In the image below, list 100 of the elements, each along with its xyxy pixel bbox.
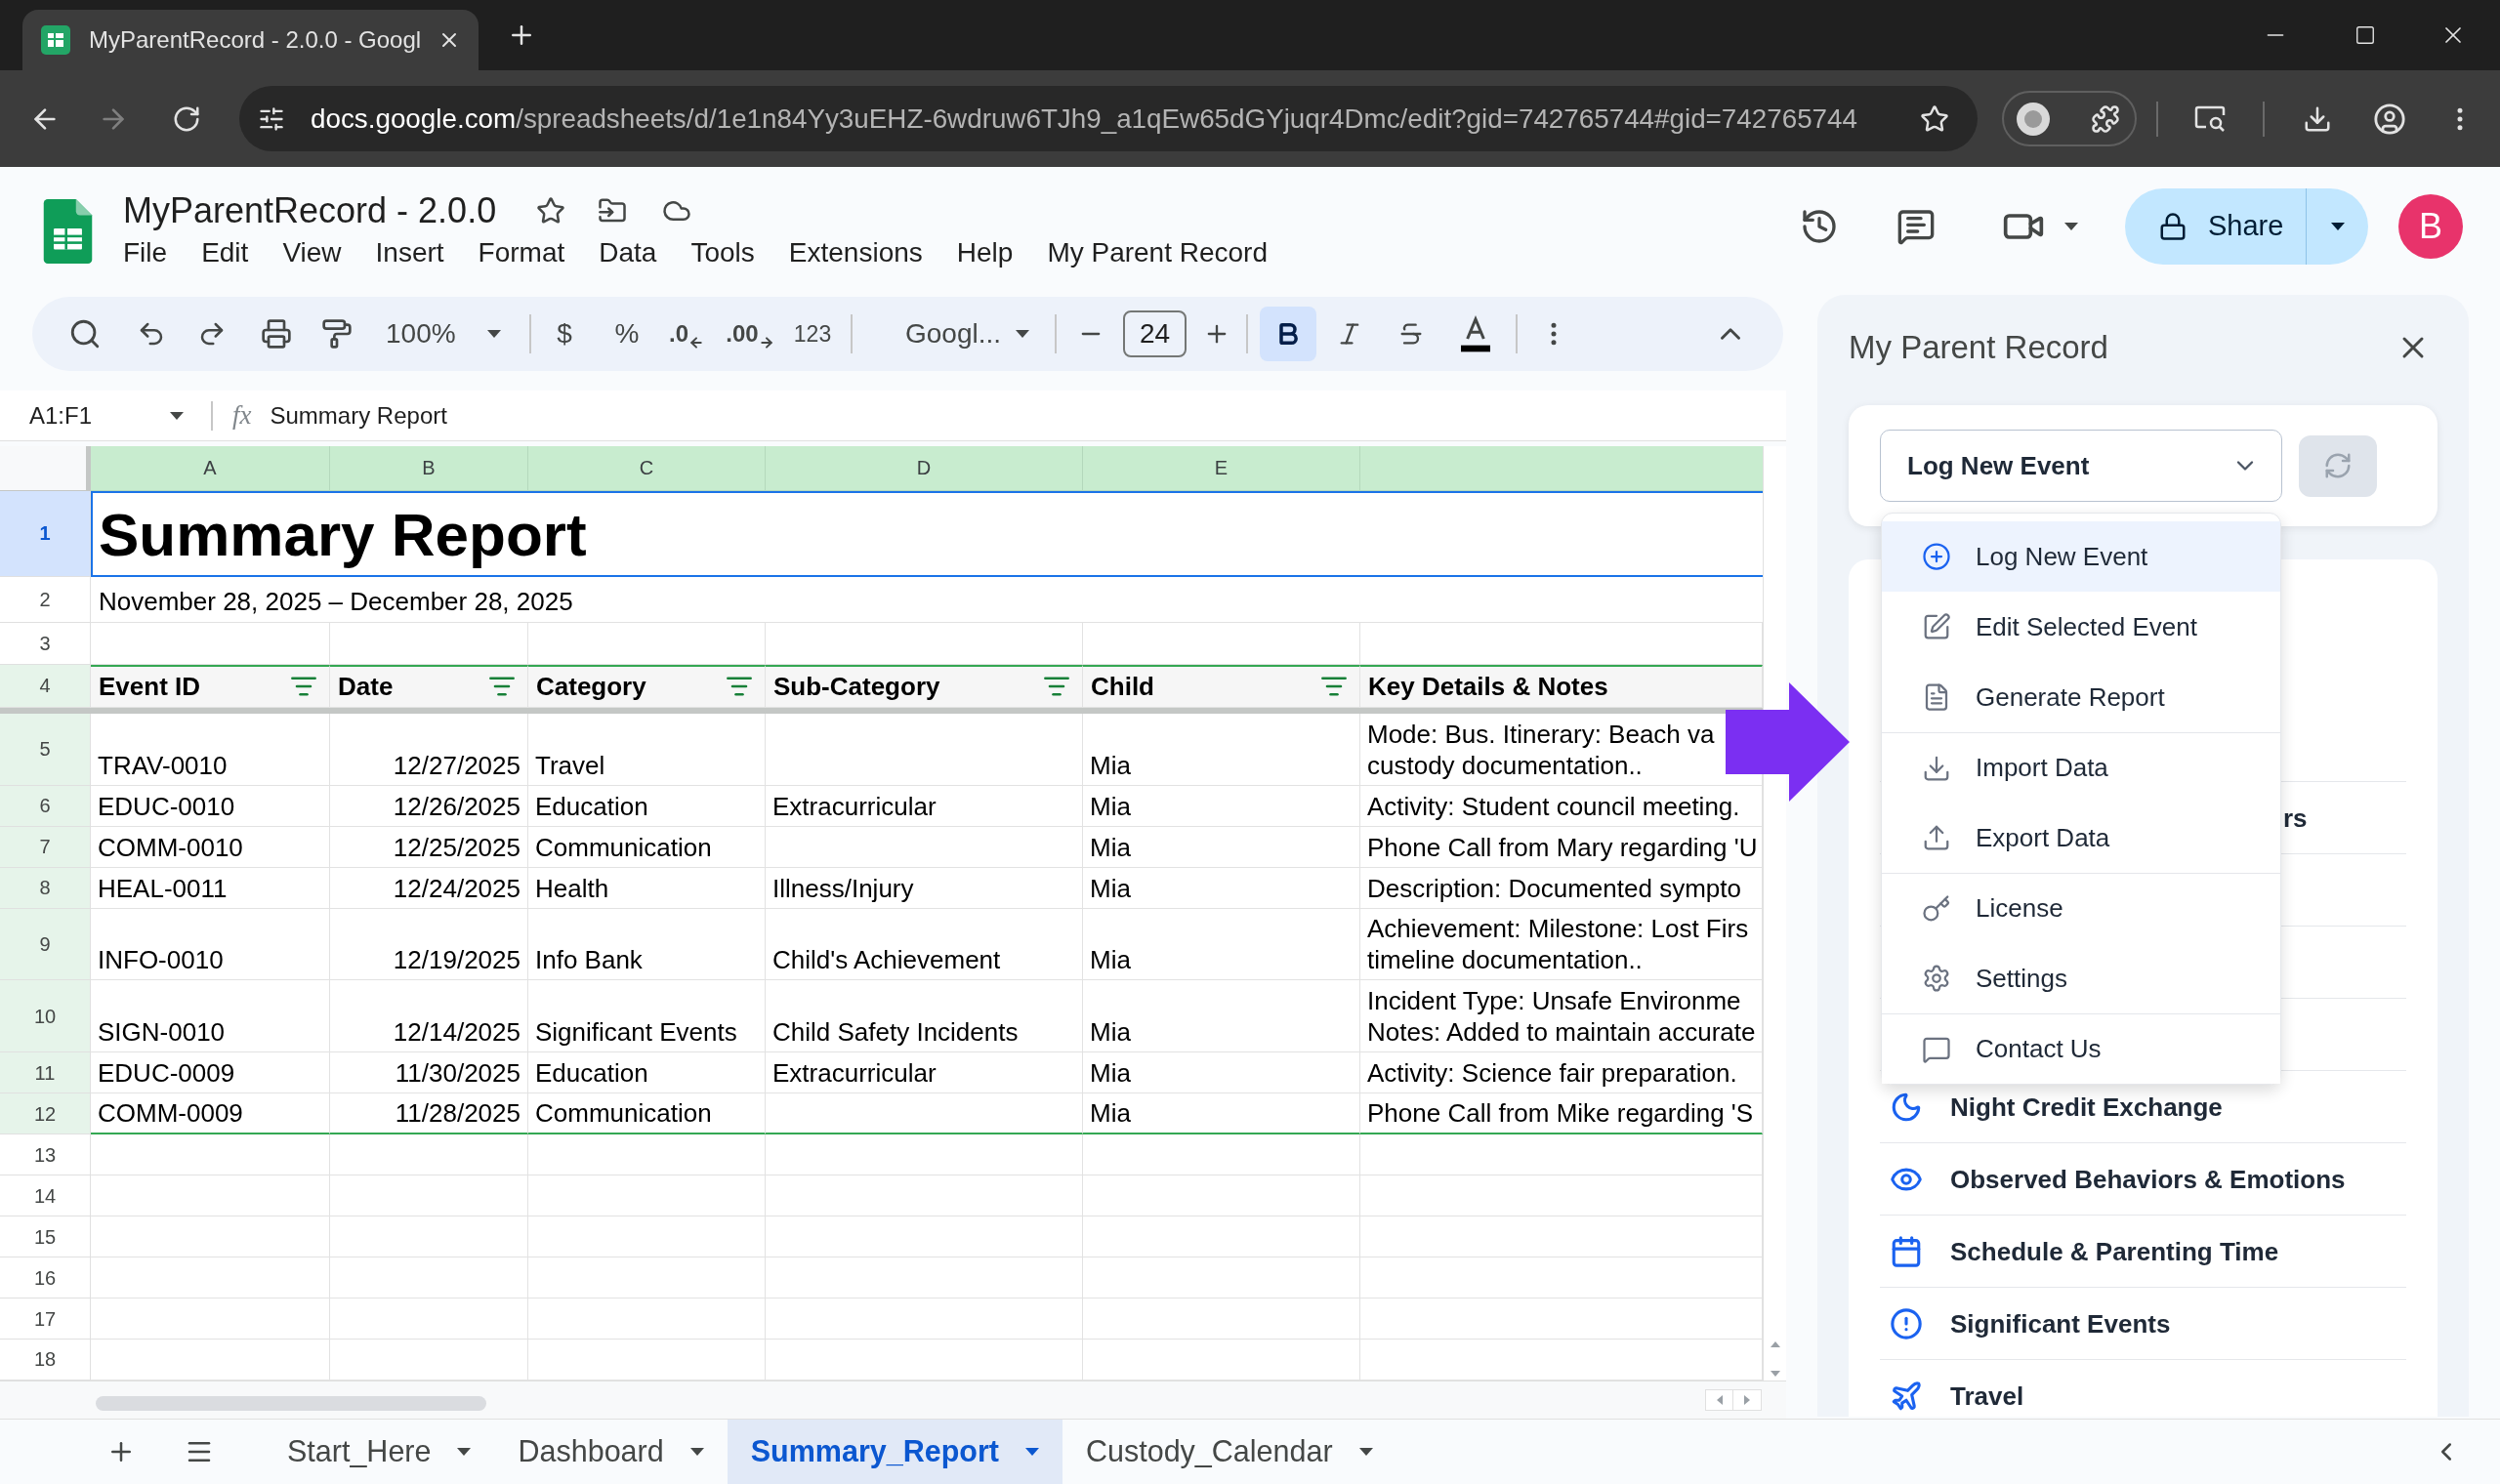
empty-cell[interactable] xyxy=(528,1298,766,1340)
list-item-text[interactable]: rs xyxy=(2283,803,2308,833)
empty-cell[interactable] xyxy=(330,1257,528,1299)
document-title[interactable]: MyParentRecord - 2.0.0 xyxy=(123,189,497,232)
percent-button[interactable]: % xyxy=(604,307,650,361)
scroll-right-button[interactable] xyxy=(1733,1389,1762,1411)
disc-icon[interactable] xyxy=(2017,102,2050,136)
refresh-button[interactable] xyxy=(2299,434,2377,497)
print-icon[interactable] xyxy=(261,318,292,350)
empty-cell[interactable] xyxy=(1083,1298,1360,1340)
address-bar[interactable]: docs.google.com/spreadsheets/d/1e1n84Yy3uEHZ-6wdruw6TJh9_a1qEw65dGYjuqr4Dmc/edit?gid=742765744#gid=742765744 xyxy=(239,86,1978,151)
empty-cell[interactable] xyxy=(528,622,766,665)
empty-cell[interactable] xyxy=(1083,1134,1360,1176)
caret-up-icon[interactable] xyxy=(1770,1341,1780,1347)
dropdown-item[interactable]: Settings xyxy=(1882,943,2280,1013)
puzzle-icon[interactable] xyxy=(2091,103,2120,134)
comment-icon[interactable] xyxy=(1896,207,1936,246)
menu-item[interactable]: Format xyxy=(478,235,565,270)
font-size-field[interactable]: 24 xyxy=(1123,310,1187,357)
empty-cell[interactable] xyxy=(1083,1340,1360,1381)
zoom-select[interactable]: 100% xyxy=(374,307,508,361)
column-letter[interactable]: D xyxy=(766,446,1083,491)
column-letter[interactable]: C xyxy=(528,446,766,491)
increase-decimal-button[interactable]: .00 xyxy=(722,307,778,361)
menu-item[interactable]: Data xyxy=(599,235,657,270)
menu-item[interactable]: Tools xyxy=(690,235,755,270)
list-item[interactable]: Travel xyxy=(1890,1379,2024,1413)
share-options-button[interactable] xyxy=(2306,188,2368,265)
empty-cell[interactable] xyxy=(1360,1298,1763,1340)
dropdown-item[interactable]: Generate Report xyxy=(1882,662,2280,732)
scrollbar-thumb[interactable] xyxy=(96,1396,486,1411)
menu-item[interactable]: Help xyxy=(956,235,1014,270)
screen-search-icon[interactable] xyxy=(2194,104,2226,133)
dropdown-item[interactable]: Edit Selected Event xyxy=(1882,592,2280,662)
empty-cell[interactable] xyxy=(1083,1257,1360,1299)
formula-field[interactable]: Summary Report xyxy=(270,391,1786,440)
empty-cell[interactable] xyxy=(766,622,1083,665)
empty-cell[interactable] xyxy=(1360,622,1763,665)
sliders-icon[interactable] xyxy=(258,104,285,133)
star-icon[interactable] xyxy=(536,196,566,226)
maximize-icon[interactable] xyxy=(2354,24,2376,46)
sheet-tab[interactable]: Summary_Report xyxy=(727,1420,1062,1484)
sheet-tab[interactable]: Start_Here xyxy=(264,1420,495,1484)
star-icon[interactable] xyxy=(1920,103,1949,134)
empty-cell[interactable] xyxy=(528,1257,766,1299)
empty-cell[interactable] xyxy=(1360,1216,1763,1258)
empty-cell[interactable] xyxy=(766,1175,1083,1217)
search-icon[interactable] xyxy=(68,317,102,350)
font-select[interactable]: Googl... xyxy=(894,307,1036,361)
empty-cell[interactable] xyxy=(528,1216,766,1258)
account-avatar[interactable]: B xyxy=(2398,194,2463,259)
empty-cell[interactable] xyxy=(1360,1134,1763,1176)
menu-item[interactable]: Extensions xyxy=(788,235,923,270)
column-letter[interactable]: A xyxy=(91,446,330,491)
currency-button[interactable]: $ xyxy=(541,307,588,361)
dropdown-item[interactable]: Import Data xyxy=(1882,732,2280,803)
dropdown-item[interactable]: Log New Event xyxy=(1882,521,2280,592)
history-icon[interactable] xyxy=(1800,207,1839,246)
empty-cell[interactable] xyxy=(766,1093,1083,1135)
browser-tab[interactable]: MyParentRecord - 2.0.0 - Googl xyxy=(22,10,479,70)
name-box[interactable]: A1:F1 xyxy=(0,391,200,440)
empty-cell[interactable] xyxy=(330,1340,528,1381)
menu-item[interactable]: My Parent Record xyxy=(1047,235,1268,270)
number-format-button[interactable]: 123 xyxy=(785,307,840,361)
select-all-corner[interactable] xyxy=(0,446,91,491)
empty-cell[interactable] xyxy=(1083,622,1360,665)
menu-item[interactable]: Insert xyxy=(375,235,444,270)
empty-cell[interactable] xyxy=(1083,1175,1360,1217)
dropdown-item[interactable]: Contact Us xyxy=(1882,1013,2280,1084)
empty-cell[interactable] xyxy=(766,1134,1083,1176)
dropdown-item[interactable]: Export Data xyxy=(1882,803,2280,873)
action-select[interactable]: Log New Event xyxy=(1880,430,2282,502)
account-icon[interactable] xyxy=(2373,102,2406,136)
scroll-left-button[interactable] xyxy=(1705,1389,1733,1411)
empty-cell[interactable] xyxy=(766,1298,1083,1340)
empty-cell[interactable] xyxy=(1360,1175,1763,1217)
empty-cell[interactable] xyxy=(766,1257,1083,1299)
empty-cell[interactable] xyxy=(766,713,1083,786)
caret-down-icon[interactable] xyxy=(2064,223,2078,230)
menu-item[interactable]: File xyxy=(123,235,168,270)
empty-cell[interactable] xyxy=(528,1175,766,1217)
empty-cell[interactable] xyxy=(330,1134,528,1176)
menu-item[interactable]: Edit xyxy=(201,235,249,270)
empty-cell[interactable] xyxy=(766,1216,1083,1258)
column-letter[interactable]: B xyxy=(330,446,528,491)
empty-cell[interactable] xyxy=(528,1134,766,1176)
dropdown-item[interactable]: License xyxy=(1882,873,2280,943)
list-item[interactable]: Schedule & Parenting Time xyxy=(1890,1234,2279,1268)
empty-cell[interactable] xyxy=(1360,1340,1763,1381)
decrease-decimal-button[interactable]: .0 xyxy=(662,307,711,361)
list-item[interactable]: Significant Events xyxy=(1890,1306,2171,1340)
empty-cell[interactable] xyxy=(528,1340,766,1381)
spreadsheet-file-icon[interactable] xyxy=(43,199,93,264)
empty-cell[interactable] xyxy=(766,1340,1083,1381)
empty-cell[interactable] xyxy=(766,826,1083,868)
list-item[interactable]: Observed Behaviors & Emotions xyxy=(1890,1162,2346,1196)
sheet-tab[interactable]: Custody_Calendar xyxy=(1062,1420,1396,1484)
empty-cell[interactable] xyxy=(1083,1216,1360,1258)
sheet-tab[interactable]: Dashboard xyxy=(494,1420,728,1484)
list-item[interactable]: Night Credit Exchange xyxy=(1890,1090,2223,1124)
